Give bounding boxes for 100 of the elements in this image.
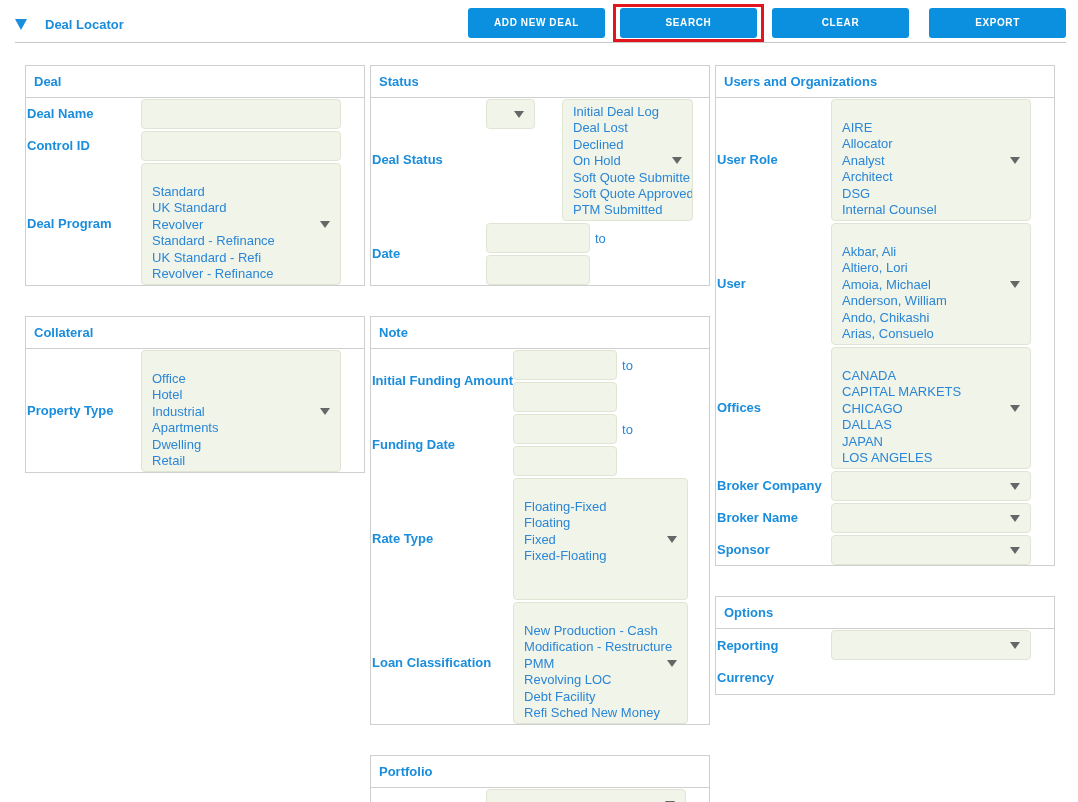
list-option[interactable]: Architect [842,169,1020,186]
panel-title: Users and Organizations [716,66,1054,98]
field-label: Deal Name [26,105,95,124]
list-option[interactable]: Soft Quote Submitte [573,169,692,187]
action-button[interactable]: ADD NEW DEAL [468,7,605,38]
panel-title: Collateral [26,317,364,349]
list-option[interactable]: Fixed-Floating [524,548,678,565]
field-label: User Role [716,151,779,170]
text-field[interactable] [141,99,341,129]
multi-select-list[interactable]: Standard UK Standard Revolver Standard - Refinance UK Standard - Refi Revolver - Refinance [141,163,341,285]
dropdown-field[interactable] [831,630,1031,660]
list-option[interactable]: JAPAN [842,433,1020,451]
list-option[interactable]: Initial Deal Log [573,104,692,121]
list-option[interactable]: Revolver [152,216,330,234]
field-label: Date [371,245,402,264]
list-option[interactable]: Apartments [152,420,330,437]
list-option[interactable]: Soft Quote Approved [573,186,692,203]
list-option[interactable]: PTM Submitted [573,202,692,219]
text-field[interactable] [486,223,590,253]
field-label: Sponsor [716,541,771,560]
text-field[interactable] [513,446,618,476]
list-option[interactable]: Dwelling [152,436,330,454]
list-option[interactable]: Standard - Refinance [152,233,330,250]
list-option[interactable]: CHICAGO [842,400,1020,418]
panel-title: Portfolio [371,756,709,788]
multi-select-list[interactable]: Floating-Fixed Floating Fixed Fixed-Floating [513,478,689,600]
list-option[interactable]: Revolving LOC [524,672,678,689]
text-field[interactable] [513,414,618,444]
field-label: Rate Type [371,530,435,549]
field-label: Initial Funding Amount [371,372,514,391]
dropdown-field[interactable] [831,503,1031,533]
field-label: Loan Classification [371,654,493,673]
list-option[interactable]: Ando, Chikashi [842,309,1020,327]
multi-select-list[interactable]: New Production - Cash Modification - Restructure PMM Revolving LOC Debt Facility Refi Sched New Money [513,602,689,724]
collapse-icon[interactable] [15,19,27,30]
field-label: Offices [716,399,763,418]
caret-icon [1010,483,1020,490]
list-option[interactable]: New Production - Cash [524,623,678,640]
panel-title: Deal [26,66,364,98]
list-option[interactable]: Akbar, Ali [842,244,1020,261]
text-field[interactable] [513,350,618,380]
caret-icon [1010,157,1020,164]
list-option[interactable]: CAPITAL MARKETS [842,384,1020,401]
list-option[interactable]: Allocator [842,136,1020,153]
list-option[interactable]: UK Standard [152,200,330,217]
caret-icon [1010,515,1020,522]
field-label: Control ID [26,137,91,156]
caret-icon [320,408,330,415]
list-option[interactable]: CANADA [842,368,1020,385]
list-option[interactable]: On Hold [573,153,692,170]
text-field[interactable] [513,382,618,412]
list-option[interactable]: Internal Counsel [842,202,1020,219]
dropdown-field[interactable] [831,535,1031,565]
field-label: Deal Status [371,151,444,170]
list-option[interactable]: LOS ANGELES [842,450,1020,467]
list-option[interactable]: Refi Sched New Money [524,705,678,722]
dropdown-field[interactable] [486,99,535,129]
action-button[interactable]: EXPORT [929,7,1066,38]
dropdown-field[interactable] [831,471,1031,501]
caret-icon [1010,642,1020,649]
list-option[interactable]: AIRE [842,120,1020,137]
list-option[interactable]: Declined [573,136,692,154]
action-button[interactable]: SEARCH [620,7,757,38]
section-title: Deal Locator [45,15,124,34]
multi-select-list[interactable]: AIRE Allocator Analyst Architect DSG Internal Counsel [831,99,1031,221]
action-button[interactable]: CLEAR [772,7,909,38]
multi-select-list[interactable]: Initial Deal Log Deal Lost Declined On Hold Soft Quote Submitte Soft Quote Approved PTM Submitted [562,99,693,221]
list-option[interactable]: Industrial [152,403,330,421]
text-field[interactable] [141,131,341,161]
list-option[interactable]: DSG [842,185,1020,203]
text-field[interactable] [486,255,590,285]
multi-select-list[interactable]: Office Hotel Industrial Apartments Dwelling Retail [141,350,341,472]
list-option[interactable]: Debt Facility [524,688,678,706]
multi-select-list[interactable]: CANADA CAPITAL MARKETS CHICAGO DALLAS JAPAN LOS ANGELES [831,347,1031,469]
panel-title: Note [371,317,709,349]
list-option[interactable]: DALLAS [842,417,1020,434]
field-label: User [716,275,747,294]
list-option[interactable]: Standard [152,184,330,201]
range-separator: to [622,421,634,439]
list-option[interactable]: Floating-Fixed [524,499,678,516]
list-option[interactable]: Modification - Restructure [524,639,678,656]
list-option[interactable]: Revolver - Refinance [152,266,330,283]
list-option[interactable]: Anderson, William [842,293,1020,310]
list-option[interactable]: Deal Lost [573,120,692,137]
list-option[interactable]: Hotel [152,387,330,404]
list-option[interactable]: PMM [524,655,678,673]
multi-select-list[interactable]: Akbar, Ali Altiero, Lori Amoia, Michael Anderson, William Ando, Chikashi Arias, Consuelo [831,223,1031,345]
field-label: Reporting Currency [716,637,780,687]
list-option[interactable]: Retail [152,453,330,470]
caret-icon [667,660,678,667]
field-label: Deal Program [26,215,113,234]
list-option[interactable]: Floating [524,515,678,532]
list-option[interactable]: Altiero, Lori [842,260,1020,277]
list-option[interactable]: Arias, Consuelo [842,326,1020,343]
list-option[interactable]: Amoia, Michael [842,276,1020,294]
list-option[interactable]: Fixed [524,531,678,549]
list-option[interactable]: UK Standard - Refi [152,249,330,267]
list-option[interactable]: Analyst [842,152,1020,170]
list-option[interactable]: Office [152,371,330,388]
caret-icon [1010,547,1020,554]
